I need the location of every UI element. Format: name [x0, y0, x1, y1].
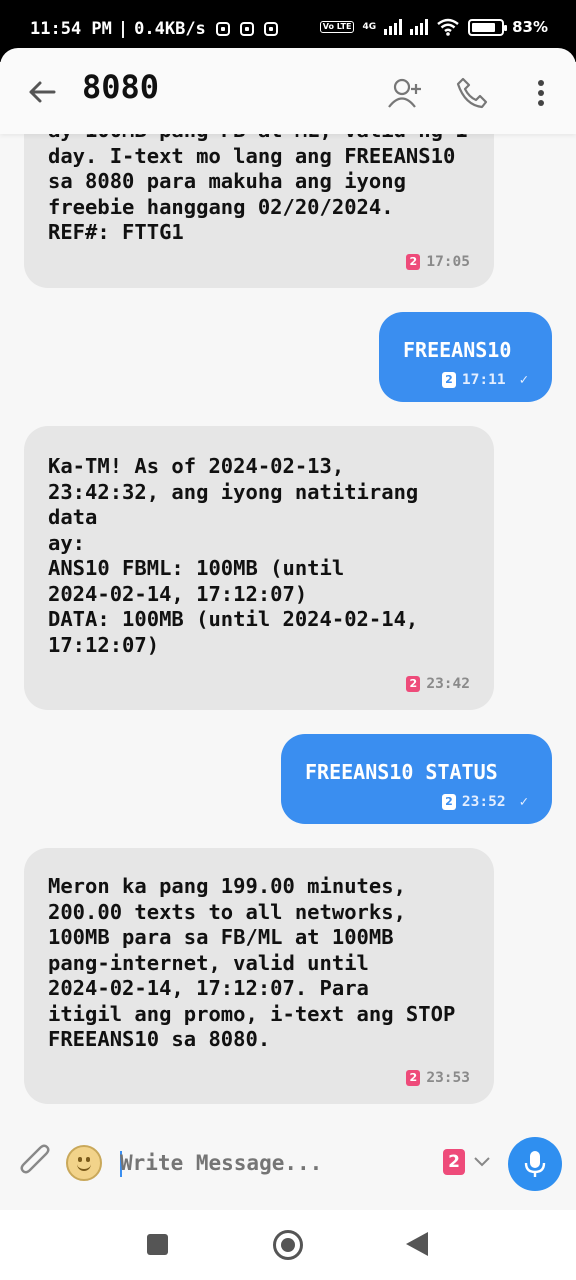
sim-badge: 2 — [406, 254, 421, 270]
paperclip-icon[interactable] — [18, 1142, 54, 1182]
message-time: 17:05 — [426, 254, 470, 270]
recents-button[interactable] — [147, 1234, 168, 1255]
message-time: 17:11 — [461, 372, 506, 388]
signal-icon — [384, 19, 403, 35]
message-time: 23:42 — [426, 676, 470, 692]
message-meta: 2 23:53 — [406, 1070, 470, 1086]
network-type: 4G — [362, 22, 377, 32]
battery-icon — [468, 18, 508, 36]
signal-icon — [410, 19, 429, 35]
incoming-message[interactable]: ay 100MB pang FB at ML, valid ng 1 day. … — [24, 134, 494, 288]
message-text: FREEANS10 — [403, 338, 512, 362]
message-meta: 2 23:42 — [406, 676, 470, 692]
message-composer: 2 — [0, 1110, 576, 1210]
add-person-icon[interactable] — [386, 74, 424, 112]
microphone-button[interactable] — [508, 1137, 562, 1191]
wifi-icon — [437, 18, 459, 36]
sim-badge: 2 — [441, 794, 456, 810]
sim-badge: 2 — [406, 1070, 421, 1086]
more-vertical-icon[interactable] — [522, 74, 560, 112]
microphone-icon — [524, 1151, 546, 1177]
battery-percent: 83% — [512, 18, 548, 36]
back-button[interactable] — [406, 1232, 428, 1256]
sent-check-icon: ✓ — [519, 794, 528, 810]
incoming-message[interactable]: Ka-TM! As of 2024-02-13, 23:42:32, ang i… — [24, 426, 494, 710]
status-right: Vo LTE 4G 83% — [319, 18, 548, 36]
app-bar: 8080 — [0, 48, 576, 134]
message-thread[interactable]: ay 100MB pang FB at ML, valid ng 1 day. … — [0, 134, 576, 1110]
emoji-icon[interactable] — [66, 1145, 102, 1181]
message-text: Ka-TM! As of 2024-02-13, 23:42:32, ang i… — [48, 454, 419, 657]
message-text: FREEANS10 STATUS — [305, 760, 498, 784]
incoming-message[interactable]: Meron ka pang 199.00 minutes, 200.00 tex… — [24, 848, 494, 1104]
message-time: 23:52 — [461, 794, 506, 810]
chevron-down-icon — [474, 1157, 490, 1167]
status-time: 11:54 PM — [30, 19, 112, 39]
message-meta: 2 17:05 — [406, 254, 470, 270]
message-meta: 2 23:52 ✓ — [441, 794, 528, 810]
conversation-title: 8080 — [82, 68, 160, 106]
network-speed: 0.4KB/s — [134, 19, 206, 39]
sent-check-icon: ✓ — [519, 372, 528, 388]
home-button[interactable] — [273, 1230, 303, 1260]
notification-icon — [263, 22, 278, 36]
sim-badge: 2 — [443, 1149, 465, 1175]
message-text: Meron ka pang 199.00 minutes, 200.00 tex… — [48, 874, 456, 1051]
system-nav-bar — [0, 1210, 576, 1280]
sim-badge: 2 — [441, 372, 456, 388]
status-left: 11:54 PM | 0.4KB/s — [30, 19, 278, 39]
sim-badge: 2 — [406, 676, 421, 692]
message-text: ay 100MB pang FB at ML, valid ng 1 day. … — [48, 134, 468, 244]
outgoing-message[interactable]: FREEANS10 2 17:11 ✓ — [379, 312, 552, 402]
arrow-left-icon[interactable] — [26, 76, 58, 108]
volte-badge: Vo LTE — [319, 21, 355, 33]
message-meta: 2 17:11 ✓ — [441, 372, 528, 388]
sim-selector[interactable]: 2 — [443, 1149, 491, 1175]
phone-icon[interactable] — [453, 74, 491, 112]
notification-icon — [239, 22, 254, 36]
message-input[interactable] — [120, 1148, 420, 1178]
outgoing-message[interactable]: FREEANS10 STATUS 2 23:52 ✓ — [281, 734, 552, 824]
notification-icon — [215, 22, 230, 36]
message-time: 23:53 — [426, 1070, 470, 1086]
